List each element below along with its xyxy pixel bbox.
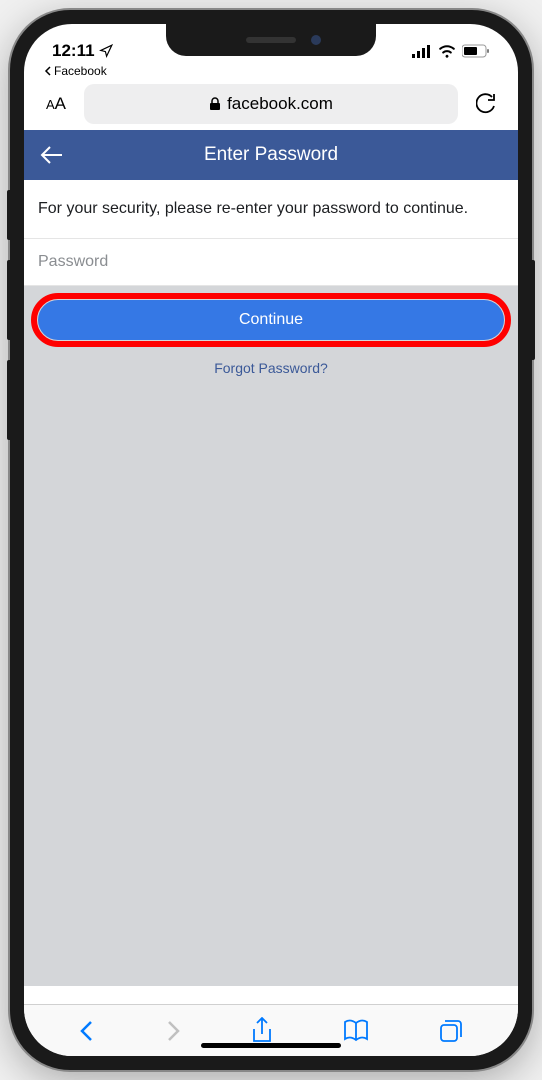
continue-button[interactable]: Continue xyxy=(38,300,504,340)
notch xyxy=(166,24,376,56)
home-indicator[interactable] xyxy=(201,1043,341,1048)
share-icon xyxy=(251,1017,273,1045)
text-size-control[interactable]: AA xyxy=(38,90,74,118)
back-button[interactable] xyxy=(40,145,64,165)
tabs-button[interactable] xyxy=(439,1019,463,1043)
browser-back-button[interactable] xyxy=(79,1019,95,1043)
url-field[interactable]: facebook.com xyxy=(84,84,458,124)
tabs-icon xyxy=(439,1019,463,1043)
forgot-password-link[interactable]: Forgot Password? xyxy=(24,354,518,382)
bookmarks-button[interactable] xyxy=(343,1019,369,1043)
security-message: For your security, please re-enter your … xyxy=(24,180,518,238)
location-icon xyxy=(99,44,113,58)
share-button[interactable] xyxy=(251,1017,273,1045)
chevron-right-icon xyxy=(165,1019,181,1043)
reload-icon xyxy=(476,93,496,115)
wifi-icon xyxy=(438,44,456,58)
browser-forward-button[interactable] xyxy=(165,1019,181,1043)
back-chevron-icon xyxy=(44,66,52,76)
status-time: 12:11 xyxy=(52,41,95,61)
page-title: Enter Password xyxy=(40,144,502,166)
browser-url-bar: AA facebook.com xyxy=(24,78,518,130)
back-to-app[interactable]: Facebook xyxy=(24,64,518,78)
lock-icon xyxy=(209,97,221,111)
arrow-left-icon xyxy=(40,145,64,165)
reload-button[interactable] xyxy=(468,89,504,119)
password-input[interactable] xyxy=(24,238,518,286)
content-area: For your security, please re-enter your … xyxy=(24,180,518,986)
page-header: Enter Password xyxy=(24,130,518,180)
url-text: facebook.com xyxy=(227,94,333,114)
cellular-icon xyxy=(412,44,432,58)
book-icon xyxy=(343,1019,369,1043)
battery-icon xyxy=(462,44,490,58)
phone-frame: 12:11 Facebook AA facebook.com xyxy=(10,10,532,1070)
back-app-label: Facebook xyxy=(54,64,107,78)
screen: 12:11 Facebook AA facebook.com xyxy=(24,24,518,1056)
browser-toolbar xyxy=(24,1004,518,1056)
chevron-left-icon xyxy=(79,1019,95,1043)
